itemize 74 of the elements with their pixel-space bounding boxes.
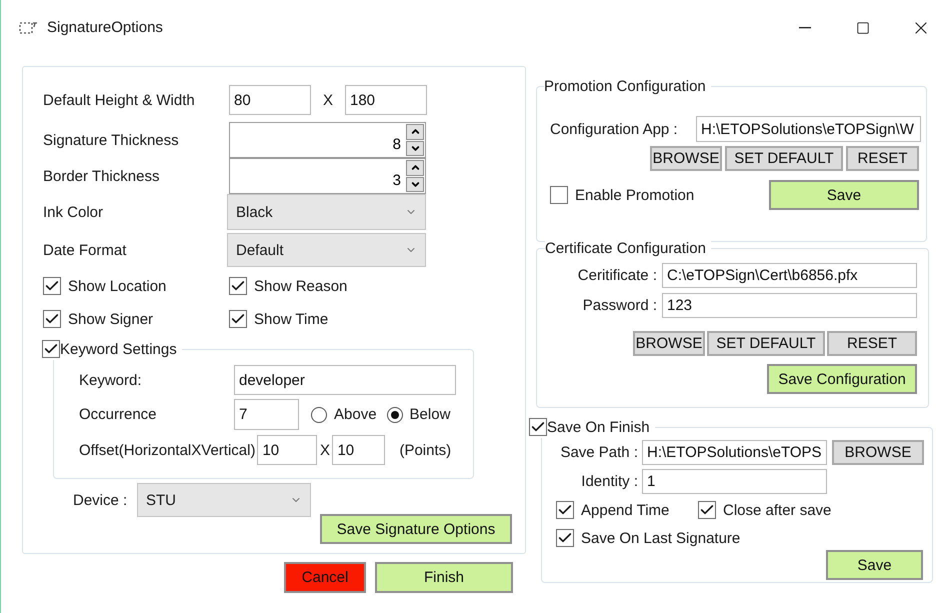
dialog-button[interactable]: Finish <box>375 562 513 593</box>
checkbox[interactable] <box>529 418 547 436</box>
width-field[interactable]: 180 <box>345 85 427 115</box>
checkbox[interactable] <box>229 310 247 328</box>
checkbox-label: Show Reason <box>254 278 348 294</box>
save-button[interactable]: Save <box>769 180 919 210</box>
radio-button[interactable] <box>311 406 327 422</box>
checkbox[interactable] <box>42 340 60 358</box>
dropdown[interactable]: Black <box>227 194 426 230</box>
field-label: Device : <box>73 492 128 508</box>
offset-y-field[interactable]: 10 <box>332 435 386 465</box>
checkbox[interactable] <box>556 529 574 547</box>
checkbox[interactable] <box>43 310 61 328</box>
action-button[interactable]: RESET <box>827 331 917 356</box>
checkbox-label: Append Time <box>581 502 670 518</box>
occurrence-field[interactable]: 7 <box>234 399 299 430</box>
checkbox-label: Close after save <box>723 502 832 518</box>
group-title: Certificate Configuration <box>545 240 706 256</box>
offset-x-field[interactable]: 10 <box>257 435 318 465</box>
checkbox[interactable] <box>43 277 61 295</box>
browse-button[interactable]: BROWSE <box>832 440 924 465</box>
path-field[interactable]: H:\ETOPSolutions\eTOPSi <box>642 440 827 465</box>
identity-field[interactable]: 1 <box>642 469 827 494</box>
dropdown[interactable]: STU <box>137 483 311 517</box>
text-field[interactable]: 123 <box>662 293 917 318</box>
unit-label: (Points) <box>399 442 452 458</box>
field-label: Save Path : <box>559 444 638 461</box>
field-label: Keyword: <box>79 372 143 388</box>
field-label: Signature Thickness <box>43 132 180 148</box>
field-label: Ink Color <box>43 204 104 220</box>
radio-button[interactable] <box>386 406 403 422</box>
checkbox-label: Save On Last Signature <box>581 530 740 546</box>
action-button[interactable]: RESET <box>846 146 919 171</box>
checkbox[interactable] <box>698 501 716 519</box>
group-title: Promotion Configuration <box>544 78 706 94</box>
text-field[interactable]: C:\eTOPSign\Cert\b6856.pfx <box>662 263 917 288</box>
path-field[interactable]: H:\ETOPSolutions\eTOPSign\W <box>696 116 921 142</box>
checkbox-label: Enable Promotion <box>575 186 694 204</box>
field-label: Occurrence <box>79 406 158 423</box>
separator-label: X <box>318 442 331 458</box>
field-label: Ceritificate : <box>576 267 657 284</box>
field-label: Password : <box>582 297 657 314</box>
separator-label: X <box>322 92 334 108</box>
group-title: Keyword Settings <box>60 340 177 358</box>
checkbox[interactable] <box>550 186 568 204</box>
action-button[interactable]: SET DEFAULT <box>725 146 843 171</box>
checkbox-label: Show Signer <box>68 310 154 328</box>
field-label: Border Thickness <box>43 168 160 184</box>
checkbox[interactable] <box>556 501 574 519</box>
window-title: SignatureOptions <box>47 18 163 36</box>
field-label: Configuration App : <box>550 120 679 138</box>
maximize-icon <box>856 20 870 34</box>
field-label: Offset(HorizontalXVertical) <box>79 442 256 458</box>
field-label: Date Format <box>43 242 128 258</box>
group-title: Save On Finish <box>547 418 650 436</box>
action-button[interactable]: BROWSE <box>650 146 722 171</box>
radio-label: Below <box>410 406 450 423</box>
radio-label: Above <box>334 406 377 423</box>
checkbox-label: Show Time <box>254 310 328 328</box>
dialog-button[interactable]: Cancel <box>284 562 366 593</box>
checkbox[interactable] <box>229 277 247 295</box>
action-button[interactable]: SET DEFAULT <box>707 331 825 356</box>
dropdown[interactable]: Default <box>227 233 426 267</box>
action-button[interactable]: BROWSE <box>633 331 705 356</box>
save-configuration-button[interactable]: Save Configuration <box>767 364 917 394</box>
minimize-icon <box>799 26 811 28</box>
save-signature-options-button[interactable]: Save Signature Options <box>320 514 512 544</box>
field-label: Identity : <box>580 473 638 490</box>
save-button[interactable]: Save <box>826 550 923 580</box>
field-label: Default Height & Width <box>43 92 196 108</box>
checkbox-label: Show Location <box>68 278 166 294</box>
keyword-field[interactable]: developer <box>234 365 456 395</box>
height-field[interactable]: 80 <box>229 85 311 115</box>
app-icon <box>19 20 39 36</box>
